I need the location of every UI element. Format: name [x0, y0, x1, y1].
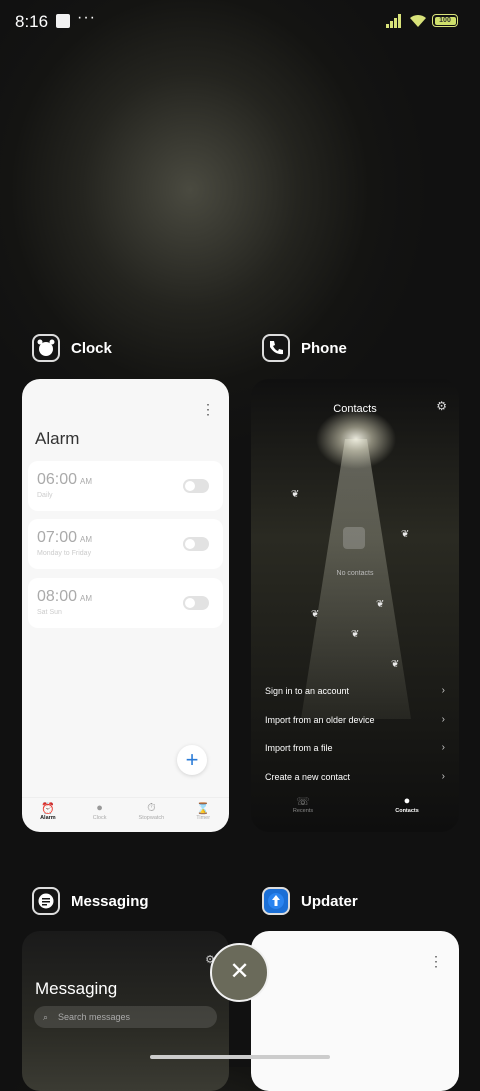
nav-timer: ⌛ Timer: [177, 798, 229, 832]
sign-in-option: Sign in to an account ›: [265, 685, 445, 696]
clock-app-name: Clock: [71, 339, 112, 357]
nav-recents: ☏ Recents: [251, 789, 355, 832]
add-alarm-icon: +: [177, 745, 207, 775]
clock-app-header[interactable]: Clock: [32, 334, 112, 362]
butterfly-decoration: ❦: [311, 609, 320, 620]
alarm-repeat: Sat Sun: [37, 609, 62, 616]
clock-bottom-nav: ⏰ Alarm ● Clock ⏱ Stopwatch ⌛ Timer: [22, 797, 229, 832]
clock-more-icon: ⋮: [201, 401, 215, 417]
alarm-toggle: [183, 537, 209, 551]
phone-icon: ☏: [296, 796, 310, 808]
status-bar: 8:16 ··· 100: [0, 0, 480, 44]
messaging-recent-card[interactable]: ⚙ Messaging ⌕ Search messages: [22, 931, 229, 1091]
phone-app-name: Phone: [301, 339, 347, 357]
butterfly-decoration: ❦: [376, 599, 385, 610]
search-placeholder: Search messages: [58, 1012, 131, 1022]
empty-contact-avatar-icon: [343, 527, 365, 549]
chevron-right-icon: ›: [441, 685, 445, 696]
messaging-app-header[interactable]: Messaging: [32, 887, 149, 915]
alarm-item: 07:00 AM Monday to Friday: [28, 519, 223, 569]
status-time: 8:16: [15, 12, 49, 31]
wifi-icon: [410, 14, 426, 27]
alarm-item: 06:00 AM Daily: [28, 461, 223, 511]
import-older-device-option: Import from an older device ›: [265, 714, 445, 725]
hourglass-icon: ⌛: [196, 803, 210, 815]
messaging-screen-title: Messaging: [35, 979, 118, 998]
phone-app-icon[interactable]: [262, 334, 290, 362]
notification-square-icon: [56, 14, 70, 28]
updater-recent-card[interactable]: ⋮: [251, 931, 459, 1091]
search-icon: ⌕: [43, 1012, 49, 1022]
nav-alarm: ⏰ Alarm: [22, 798, 74, 832]
create-contact-option: Create a new contact ›: [265, 771, 445, 782]
butterfly-decoration: ❦: [351, 629, 360, 640]
clear-all-recents-button[interactable]: ✕: [210, 943, 269, 1002]
light-beam-decoration: [301, 439, 411, 719]
alarm-item: 08:00 AM Sat Sun: [28, 578, 223, 628]
messaging-app-name: Messaging: [71, 892, 149, 910]
alarm-time: 07:00 AM: [37, 529, 93, 546]
updater-app-icon[interactable]: [262, 887, 290, 915]
more-notifications-icon: ···: [77, 9, 96, 26]
alarm-icon: ⏰: [41, 803, 55, 815]
butterfly-decoration: ❦: [391, 659, 400, 670]
alarm-toggle: [183, 479, 209, 493]
alarm-toggle: [183, 596, 209, 610]
search-messages-field: ⌕ Search messages: [34, 1006, 217, 1028]
updater-more-icon: ⋮: [429, 953, 443, 969]
butterfly-decoration: ❦: [401, 529, 410, 540]
phone-recent-card[interactable]: ❦ ❦ ❦ ❦ ❦ ❦ Contacts ⚙ No contacts Sign …: [251, 379, 459, 832]
updater-app-name: Updater: [301, 892, 358, 910]
stopwatch-icon: ⏱: [147, 802, 156, 814]
battery-icon: 100: [432, 14, 458, 27]
nav-stopwatch: ⏱ Stopwatch: [126, 798, 178, 832]
phone-app-header[interactable]: Phone: [262, 334, 347, 362]
clock-app-icon[interactable]: [32, 334, 60, 362]
nav-contacts: ● Contacts: [355, 789, 459, 832]
chevron-right-icon: ›: [441, 742, 445, 753]
updater-app-header[interactable]: Updater: [262, 887, 358, 915]
home-indicator[interactable]: [150, 1055, 330, 1059]
chevron-right-icon: ›: [441, 771, 445, 782]
contacts-title: Contacts: [333, 403, 377, 415]
alarm-repeat: Daily: [37, 492, 53, 499]
alarm-time: 06:00 AM: [37, 471, 93, 488]
chevron-right-icon: ›: [441, 714, 445, 725]
person-icon: ●: [403, 795, 411, 807]
no-contacts-text: No contacts: [336, 570, 374, 577]
alarm-time: 08:00 AM: [37, 588, 93, 605]
phone-bottom-nav: ☏ Recents ● Contacts: [251, 789, 459, 832]
alarm-screen-title: Alarm: [35, 429, 80, 448]
battery-level: 100: [434, 16, 456, 25]
settings-gear-icon: ⚙: [436, 399, 447, 413]
alarm-repeat: Monday to Friday: [37, 550, 92, 557]
import-file-option: Import from a file ›: [265, 742, 445, 753]
messaging-app-icon[interactable]: [32, 887, 60, 915]
nav-clock: ● Clock: [74, 798, 126, 832]
clock-icon: ●: [96, 802, 103, 814]
butterfly-decoration: ❦: [291, 489, 300, 500]
clock-recent-card[interactable]: ⋮ Alarm 06:00 AM Daily 07:00 AM Monday to …: [22, 379, 229, 832]
signal-icon: [386, 14, 401, 28]
